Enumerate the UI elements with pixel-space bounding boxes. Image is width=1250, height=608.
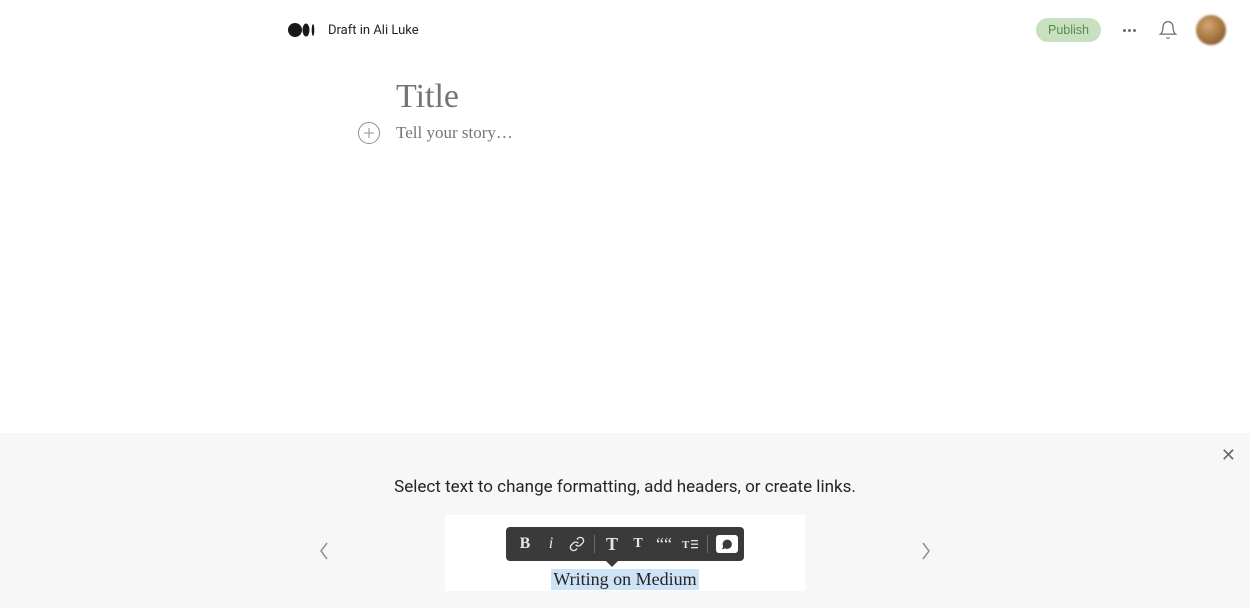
chevron-left-icon[interactable] [310,533,338,574]
title-input[interactable] [396,78,950,116]
publish-button[interactable]: Publish [1036,18,1101,42]
header-left: Draft in Ali Luke [288,22,419,38]
chevron-right-icon[interactable] [912,533,940,574]
link-icon[interactable] [564,532,590,556]
private-note-icon[interactable] [716,535,738,553]
hint-panel: ✕ Select text to change formatting, add … [0,433,1250,608]
toolbar-separator [707,535,708,553]
header-right: Publish [1036,15,1226,45]
toolbar-separator [594,535,595,553]
body-row [358,122,950,144]
notifications-icon[interactable] [1158,20,1178,40]
dropcap-icon[interactable]: T [677,532,703,556]
sample-selected-text: Writing on Medium [551,569,698,590]
hint-carousel: B i T T ““ T [0,515,1250,591]
header: Draft in Ali Luke Publish [0,0,1250,60]
italic-button[interactable]: i [538,532,564,556]
draft-label: Draft in Ali Luke [328,23,419,38]
close-icon[interactable]: ✕ [1221,447,1236,465]
formatting-toolbar: B i T T ““ T [506,527,744,561]
quote-button[interactable]: ““ [651,532,677,556]
more-options-button[interactable] [1119,25,1140,36]
medium-logo-icon[interactable] [288,22,316,38]
body-input[interactable] [396,123,950,143]
add-content-button[interactable] [358,122,380,144]
hint-text: Select text to change formatting, add he… [0,477,1250,497]
editor [396,78,950,144]
small-heading-button[interactable]: T [625,532,651,556]
big-heading-button[interactable]: T [599,532,625,556]
avatar[interactable] [1196,15,1226,45]
svg-text:T: T [682,539,690,551]
bold-button[interactable]: B [512,532,538,556]
hint-preview-card: B i T T ““ T [445,515,805,591]
